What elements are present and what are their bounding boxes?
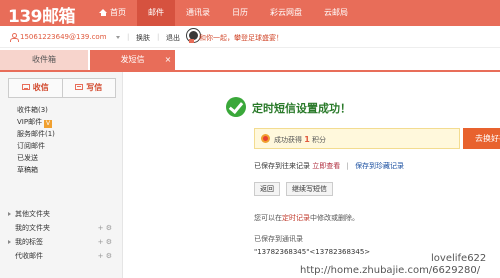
vip-badge-icon: V — [44, 120, 53, 128]
continue-sms-button[interactable]: 继续写短信 — [286, 182, 333, 196]
back-button[interactable]: 返回 — [254, 182, 280, 196]
promo-link[interactable]: 和你一起，攀登足球盛宴！ — [199, 33, 283, 43]
user-email[interactable]: 15061223649@139.com — [20, 33, 107, 41]
coin-icon — [261, 134, 270, 143]
nav-calendar-label: 日历 — [232, 8, 248, 17]
group-my-folders-label: 我的文件夹 — [15, 224, 50, 232]
reward-text: 成功获得 1 积分 — [274, 135, 326, 145]
user-icon — [10, 33, 19, 42]
saved-contact-entry: "13782368345"<13782368345> — [254, 248, 371, 256]
reward-suffix: 积分 — [312, 136, 327, 144]
group-other-folders-label: 其他文件夹 — [15, 210, 50, 218]
nav-cloud-drive-label: 彩云网盘 — [270, 8, 302, 17]
divider: | — [157, 33, 160, 41]
saved-record-line: 已保存到往来记录 立即查看 | 保存到珍藏记录 — [254, 161, 404, 171]
tab-send-sms-label: 发短信 — [120, 55, 145, 64]
top-bar: 139邮箱 首页 邮件 通讯录 日历 彩云网盘 云邮局 — [0, 0, 500, 27]
switch-skin-link[interactable]: 换肤 — [136, 33, 150, 43]
folder-list: 收件箱(3) VIP邮件 V 服务邮件(1) 订阅邮件 已发送 草稿箱 — [17, 104, 55, 176]
sidebar: 收信 写信 收件箱(3) VIP邮件 V 服务邮件(1) 订阅邮件 已发送 草稿箱… — [0, 72, 123, 278]
receive-button[interactable]: 收信 — [8, 78, 63, 98]
logout-link[interactable]: 退出 — [166, 33, 180, 43]
write-button[interactable]: 写信 — [62, 78, 116, 98]
nav-calendar[interactable]: 日历 — [221, 0, 259, 26]
nav-contacts-label: 通讯录 — [186, 8, 210, 17]
folder-sent[interactable]: 已发送 — [17, 152, 55, 164]
add-settings-icon[interactable]: + ⚙ — [98, 249, 112, 263]
add-settings-icon[interactable]: + ⚙ — [98, 235, 112, 249]
receive-label: 收信 — [32, 83, 49, 92]
nav-mail[interactable]: 邮件 — [137, 0, 175, 26]
nav-mail-label: 邮件 — [148, 8, 164, 17]
reward-prefix: 成功获得 — [274, 136, 302, 144]
chevron-down-icon[interactable] — [116, 36, 120, 39]
nav-contacts[interactable]: 通讯录 — [175, 0, 221, 26]
home-icon — [99, 9, 107, 16]
add-settings-icon[interactable]: + ⚙ — [98, 221, 112, 235]
group-other-folders[interactable]: 其他文件夹 — [8, 207, 116, 221]
schedule-note: 您可以在定时记录中修改或删除。 — [254, 213, 359, 223]
user-bar: 15061223649@139.com | 换肤 | 退出 和你一起，攀登足球盛… — [0, 26, 500, 48]
tab-inbox[interactable]: 收件箱 — [0, 50, 88, 70]
inbox-icon — [21, 84, 30, 90]
group-collected-mail[interactable]: 代收邮件 + ⚙ — [8, 249, 116, 263]
folder-subscription[interactable]: 订阅邮件 — [17, 140, 55, 152]
nav-home[interactable]: 首页 — [88, 0, 137, 26]
tab-bar: 收件箱 发短信 × — [0, 50, 500, 70]
main-content: 定时短信设置成功！ 成功获得 1 积分 去换好礼 已保存到往来记录 立即查看 |… — [124, 72, 500, 278]
folder-groups: 其他文件夹 我的文件夹 + ⚙ 我的标签 + ⚙ 代收邮件 + ⚙ — [8, 207, 116, 263]
main-nav: 首页 邮件 通讯录 日历 彩云网盘 云邮局 — [88, 0, 359, 26]
saved-contacts-label: 已保存到通讯录 — [254, 235, 303, 243]
save-to-collection-link[interactable]: 保存到珍藏记录 — [355, 162, 404, 170]
group-my-tags[interactable]: 我的标签 + ⚙ — [8, 235, 116, 249]
group-my-tags-label: 我的标签 — [15, 238, 43, 246]
schedule-record-link[interactable]: 定时记录 — [282, 214, 310, 222]
exchange-gift-button[interactable]: 去换好礼 — [463, 128, 500, 149]
chevron-right-icon — [8, 212, 11, 216]
folder-vip-label: VIP邮件 — [17, 118, 43, 126]
folder-service[interactable]: 服务邮件(1) — [17, 128, 55, 140]
compose-icon — [75, 84, 84, 90]
reward-banner: 成功获得 1 积分 去换好礼 — [254, 128, 500, 149]
watermark-line-2: http://home.zhubajie.com/6629280/ — [300, 265, 481, 276]
group-my-folders[interactable]: 我的文件夹 + ⚙ — [8, 221, 116, 235]
saved-prefix: 已保存到往来记录 — [254, 162, 310, 170]
mail-action-buttons: 收信 写信 — [8, 78, 116, 98]
close-icon[interactable]: × — [163, 55, 173, 65]
folder-vip[interactable]: VIP邮件 V — [17, 116, 55, 128]
nav-cloud-drive[interactable]: 彩云网盘 — [259, 0, 313, 26]
action-buttons: 返回 继续写短信 — [254, 182, 333, 196]
football-icon — [186, 29, 200, 43]
write-label: 写信 — [86, 83, 103, 92]
group-collected-mail-label: 代收邮件 — [15, 252, 43, 260]
reward-points: 1 — [304, 135, 310, 144]
divider: | — [127, 33, 130, 41]
app-logo[interactable]: 139邮箱 — [8, 2, 76, 27]
folder-drafts[interactable]: 草稿箱 — [17, 164, 55, 176]
note-prefix: 您可以在 — [254, 214, 282, 222]
success-title: 定时短信设置成功！ — [252, 102, 351, 115]
chevron-right-icon — [8, 240, 11, 244]
view-now-link[interactable]: 立即查看 — [312, 162, 340, 170]
watermark-line-1: lovelife622 — [431, 253, 487, 264]
note-suffix: 中修改或删除。 — [310, 214, 359, 222]
nav-cloud-post-label: 云邮局 — [324, 8, 348, 17]
folder-inbox[interactable]: 收件箱(3) — [17, 104, 55, 116]
check-circle-icon — [226, 97, 246, 117]
divider: | — [346, 162, 349, 170]
nav-cloud-post[interactable]: 云邮局 — [313, 0, 359, 26]
nav-home-label: 首页 — [110, 8, 126, 17]
